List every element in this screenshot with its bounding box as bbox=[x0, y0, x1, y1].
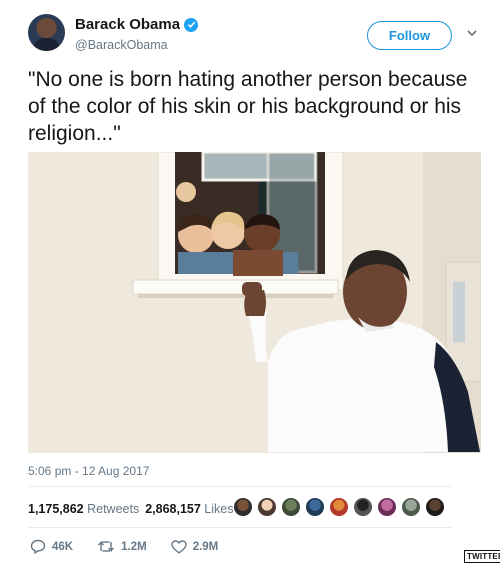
profile-handle[interactable]: @BarackObama bbox=[75, 38, 168, 52]
verified-badge-icon bbox=[184, 17, 199, 32]
reply-action[interactable]: 46K bbox=[30, 539, 73, 554]
retweets-label: Retweets bbox=[87, 502, 140, 516]
liker-avatar[interactable] bbox=[329, 497, 349, 517]
heart-icon bbox=[170, 539, 187, 554]
liker-avatar[interactable] bbox=[305, 497, 325, 517]
tweet-photo[interactable] bbox=[28, 152, 481, 453]
source-watermark: TWITTER bbox=[464, 550, 500, 563]
liker-avatars bbox=[233, 497, 445, 517]
liker-avatar[interactable] bbox=[401, 497, 421, 517]
reply-count: 46K bbox=[52, 540, 74, 553]
liker-avatar[interactable] bbox=[281, 497, 301, 517]
retweet-count: 1.2M bbox=[121, 540, 147, 553]
profile-name[interactable]: Barack Obama bbox=[75, 16, 180, 33]
retweets-count: 1,175,862 bbox=[28, 502, 84, 516]
liker-avatar[interactable] bbox=[257, 497, 277, 517]
engagement-stats: 1,175,862 Retweets 2,868,157 Likes bbox=[28, 502, 233, 516]
likes-stat[interactable]: 2,868,157 Likes bbox=[145, 502, 233, 516]
divider bbox=[28, 486, 452, 487]
tweet-timestamp[interactable]: 5:06 pm - 12 Aug 2017 bbox=[28, 464, 149, 478]
liker-avatar[interactable] bbox=[377, 497, 397, 517]
like-count: 2.9M bbox=[192, 540, 219, 553]
retweet-icon bbox=[98, 540, 115, 553]
liker-avatar[interactable] bbox=[233, 497, 253, 517]
tweet-actions: 46K 1.2M 2.9M bbox=[30, 539, 218, 554]
retweets-stat[interactable]: 1,175,862 Retweets bbox=[28, 502, 139, 516]
avatar[interactable] bbox=[28, 14, 65, 51]
follow-button[interactable]: Follow bbox=[367, 21, 452, 50]
liker-avatar[interactable] bbox=[425, 497, 445, 517]
retweet-action[interactable]: 1.2M bbox=[97, 539, 147, 554]
likes-label: Likes bbox=[204, 502, 234, 516]
photo-illustration bbox=[28, 152, 481, 453]
reply-icon bbox=[30, 539, 46, 554]
likes-count: 2,868,157 bbox=[145, 502, 201, 516]
profile-name-row[interactable]: Barack Obama bbox=[75, 16, 199, 33]
divider bbox=[28, 527, 452, 528]
tweet-text: "No one is born hating another person be… bbox=[28, 68, 468, 145]
like-action[interactable]: 2.9M bbox=[170, 539, 219, 554]
liker-avatar[interactable] bbox=[353, 497, 373, 517]
chevron-down-icon[interactable] bbox=[466, 28, 478, 38]
